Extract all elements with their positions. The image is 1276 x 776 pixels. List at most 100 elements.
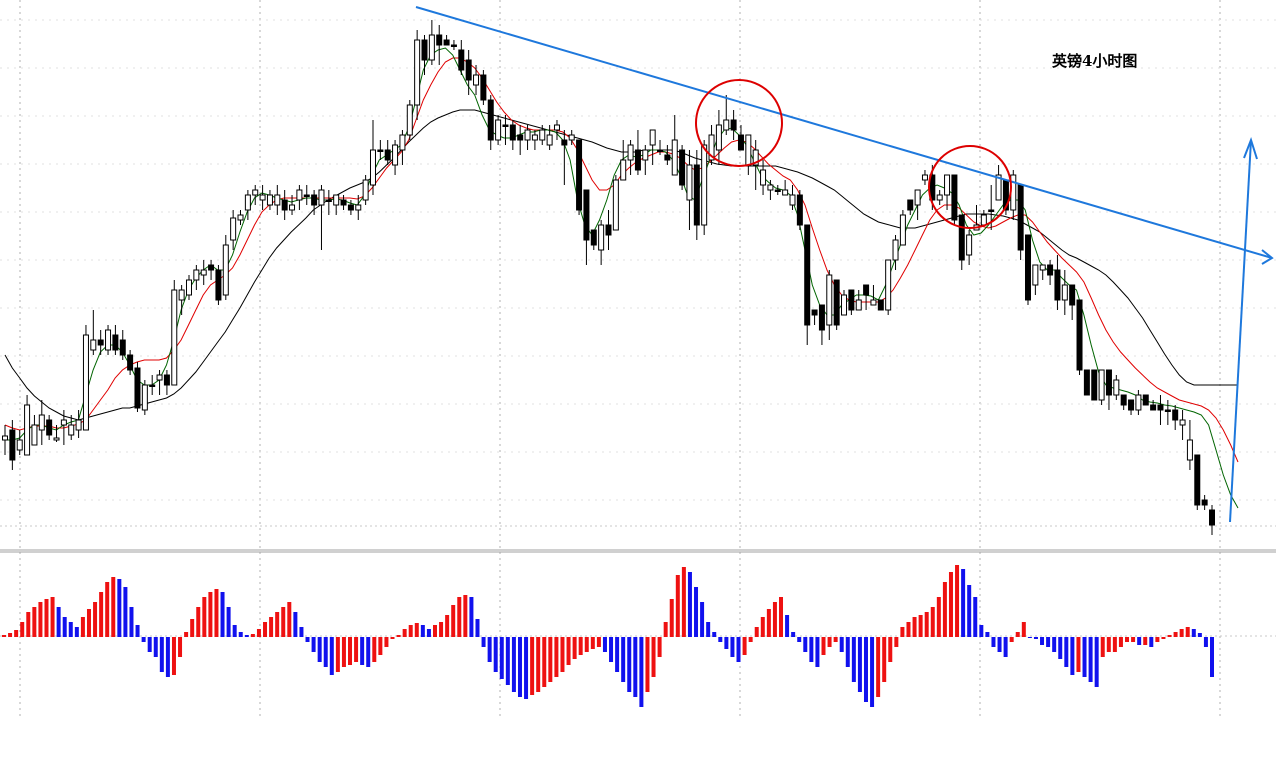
candle-body — [921, 174, 928, 181]
candle-body — [495, 119, 502, 141]
osc-bar — [147, 637, 152, 652]
candle-body — [760, 169, 767, 186]
osc-bar — [117, 579, 122, 637]
candle-body — [244, 194, 251, 211]
candle-body — [855, 299, 862, 311]
candle-body — [97, 339, 104, 346]
osc-bar — [967, 585, 972, 637]
osc-bar — [250, 634, 255, 637]
candle-body — [75, 419, 82, 431]
osc-bar — [906, 622, 911, 637]
candlestick-series — [2, 20, 1215, 535]
candle-body — [1209, 509, 1215, 526]
osc-bar — [1094, 637, 1099, 687]
osc-bar — [955, 565, 960, 637]
candle-body — [200, 269, 207, 276]
candle-body — [1076, 299, 1083, 371]
osc-bar — [948, 572, 953, 637]
osc-bar — [833, 637, 838, 642]
osc-bar — [1058, 637, 1063, 659]
osc-bar — [463, 595, 468, 637]
osc-bar — [439, 622, 444, 637]
osc-bar — [785, 615, 790, 637]
candle-body — [1098, 369, 1105, 401]
osc-bar — [718, 637, 723, 642]
chart-canvas: 英镑4小时图 — [0, 0, 1276, 720]
osc-bar — [1191, 629, 1196, 637]
candle-body — [414, 39, 421, 106]
osc-bar — [1021, 622, 1026, 637]
candle-body — [163, 374, 170, 386]
candle-body — [907, 199, 914, 211]
candle-body — [9, 429, 16, 461]
osc-bar — [633, 637, 638, 697]
candle-body — [686, 164, 693, 201]
osc-bar — [845, 637, 850, 667]
osc-bar — [991, 637, 996, 647]
candle-body — [296, 189, 303, 201]
osc-bar — [760, 617, 765, 637]
candle-body — [804, 224, 811, 326]
candle-body — [951, 174, 958, 221]
candle-body — [988, 209, 995, 212]
candle-body — [266, 194, 273, 206]
candle-body — [340, 199, 347, 206]
candle-body — [1179, 419, 1186, 426]
candle-body — [826, 274, 833, 326]
candle-body — [68, 424, 75, 436]
osc-bar — [487, 637, 492, 662]
osc-bar — [281, 607, 286, 637]
candle-body — [649, 129, 656, 146]
candle-body — [841, 294, 848, 316]
candle-body — [487, 99, 494, 141]
osc-bar — [530, 637, 535, 695]
candle-body — [980, 214, 987, 226]
osc-bar — [876, 637, 881, 697]
osc-bar — [1155, 637, 1160, 642]
osc-bar — [712, 632, 717, 637]
osc-bar — [1210, 637, 1214, 677]
candle-body — [539, 129, 546, 141]
osc-bar — [445, 615, 450, 637]
candle-body — [112, 334, 119, 351]
osc-bar — [918, 615, 923, 637]
candle-body — [24, 404, 31, 456]
candle-body — [598, 224, 605, 251]
osc-bar — [1003, 637, 1008, 657]
osc-bar — [973, 597, 978, 637]
candle-body — [274, 194, 281, 206]
osc-bar — [372, 637, 377, 662]
osc-bar — [809, 637, 814, 662]
candle-body — [1032, 264, 1039, 286]
osc-bar — [366, 637, 371, 667]
candle-body — [1120, 394, 1127, 406]
candle-body — [149, 384, 156, 387]
osc-bar — [135, 625, 140, 637]
candle-body — [885, 259, 892, 311]
candle-body — [774, 189, 781, 192]
osc-bar — [93, 602, 98, 637]
osc-bar — [384, 637, 389, 647]
candle-body — [531, 134, 538, 141]
candle-body — [524, 129, 531, 141]
osc-bar — [341, 637, 346, 667]
osc-bar — [226, 607, 231, 637]
candle-body — [1054, 269, 1061, 301]
osc-bar — [894, 637, 899, 647]
osc-bar — [238, 632, 243, 637]
osc-bar — [675, 575, 680, 637]
osc-bar — [323, 637, 328, 667]
osc-bar — [584, 637, 589, 652]
candle-body — [877, 299, 884, 311]
osc-bar — [639, 637, 644, 707]
ma-fast-line — [5, 47, 1239, 509]
candle-body — [46, 419, 53, 436]
candle-body — [642, 149, 649, 161]
candle-body — [1157, 404, 1164, 411]
osc-bar — [863, 637, 868, 702]
candle-body — [215, 269, 222, 301]
osc-bar — [942, 582, 947, 637]
osc-bar — [1088, 637, 1093, 682]
osc-bar — [305, 637, 310, 642]
candle-body — [693, 164, 700, 226]
